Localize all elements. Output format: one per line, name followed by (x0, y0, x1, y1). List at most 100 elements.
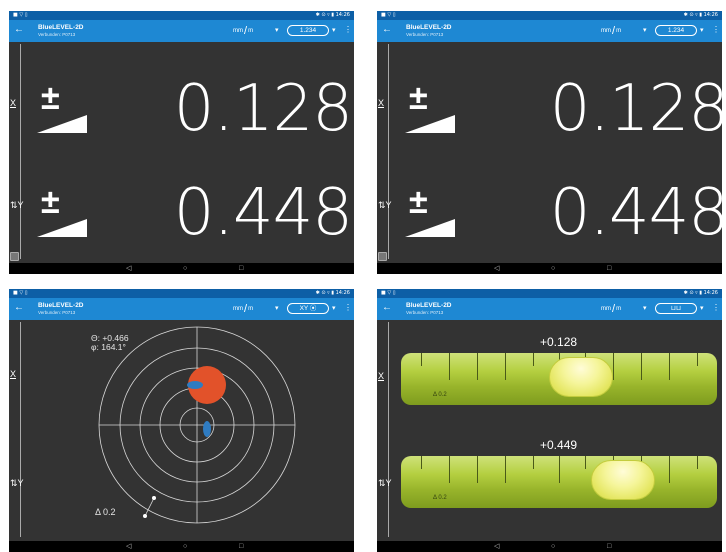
nav-home-icon[interactable]: ○ (551, 542, 555, 551)
mode-dropdown-icon[interactable]: ▾ (332, 26, 336, 34)
status-icons-right: ✱ ⊙ ▿ ▮ 14:26 (683, 290, 718, 296)
vial-tick (421, 456, 422, 469)
x-sign-glyph: ± (41, 79, 60, 117)
status-icons-left: ■ ▽ ▯ (381, 290, 396, 296)
numeric-screen-2: ■ ▽ ▯ ✱ ⊙ ▿ ▮ 14:26 ← BlueLEVEL-2D Verbu… (377, 11, 722, 274)
y-slope-icon (37, 219, 87, 237)
vial-tick (505, 456, 506, 483)
mode-dropdown-icon[interactable]: ▾ (700, 26, 704, 34)
delta-indicator-line (144, 497, 155, 517)
status-icons-left: ■ ▽ ▯ (13, 12, 28, 18)
unit-numerator: mm (233, 28, 243, 34)
nav-home-icon[interactable]: ○ (183, 542, 187, 551)
overflow-menu-icon[interactable]: ⋮ (712, 303, 720, 313)
polar-target (98, 326, 296, 524)
nav-recents-icon[interactable]: □ (607, 264, 611, 273)
vial-tick (697, 456, 698, 469)
status-bar: ■ ▽ ▯ ✱ ⊙ ▿ ▮ 14:26 (377, 11, 722, 20)
system-nav-bar: ◁ ○ □ (9, 541, 354, 552)
axis-divider (388, 44, 389, 259)
nav-recents-icon[interactable]: □ (239, 264, 243, 273)
y-value: 0.448 (549, 176, 722, 250)
status-icons-right: ✱ ⊙ ▿ ▮ 14:26 (683, 12, 718, 18)
y-value: 0.448 (173, 176, 353, 250)
vial-tick (669, 353, 670, 380)
app-title: BlueLEVEL-2D (38, 24, 84, 31)
back-arrow-icon[interactable]: ← (381, 302, 393, 314)
unit-slash: / (244, 25, 248, 37)
y-axis-label: ⇅Y (10, 200, 24, 210)
unit-dropdown-icon[interactable]: ▾ (275, 26, 279, 34)
unit-denominator: m (616, 28, 622, 34)
x-marker (187, 381, 203, 389)
unit-selector[interactable]: mm/m (601, 303, 621, 315)
vial-tick (533, 353, 534, 366)
unit-selector[interactable]: mm/m (601, 25, 621, 37)
overflow-menu-icon[interactable]: ⋮ (344, 25, 352, 35)
nav-recents-icon[interactable]: □ (239, 542, 243, 551)
vial-tick (613, 353, 614, 380)
app-bar: ← BlueLEVEL-2D Verbunden: P0713 mm/m ▾ 1… (377, 20, 722, 42)
app-title: BlueLEVEL-2D (406, 302, 452, 309)
nav-home-icon[interactable]: ○ (551, 264, 555, 273)
unit-dropdown-icon[interactable]: ▾ (643, 304, 647, 312)
nav-home-icon[interactable]: ○ (183, 264, 187, 273)
x-slope-icon (405, 115, 455, 133)
delta-point-bottom (143, 514, 147, 518)
calibrate-icon[interactable] (10, 252, 19, 261)
system-nav-bar: ◁ ○ □ (9, 263, 354, 274)
back-arrow-icon[interactable]: ← (13, 24, 25, 36)
mode-toggle[interactable]: 1.234 (287, 25, 329, 36)
y-sign-icon: ± (405, 185, 457, 237)
y-sign-icon: ± (37, 185, 89, 237)
nav-recents-icon[interactable]: □ (607, 542, 611, 551)
x-axis-label: X (10, 98, 17, 108)
connection-status: Verbunden: P0713 (38, 32, 76, 37)
y-bubble (591, 460, 655, 500)
x-axis-label: X (378, 98, 385, 108)
vial-tick (449, 353, 450, 380)
y-slope-icon (405, 219, 455, 237)
vial-tick (669, 456, 670, 483)
x-level-value: +0.128 (537, 334, 581, 350)
unit-dropdown-icon[interactable]: ▾ (643, 26, 647, 34)
mode-dropdown-icon[interactable]: ▾ (700, 304, 704, 312)
vial-tick (559, 456, 560, 483)
unit-slash: / (612, 303, 616, 315)
y-axis-label: ⇅Y (378, 478, 392, 488)
nav-back-icon[interactable]: ◁ (494, 542, 499, 551)
overflow-menu-icon[interactable]: ⋮ (712, 25, 720, 35)
delta-label: Δ 0.2 (95, 507, 116, 517)
x-value: 0.128 (549, 72, 722, 146)
app-bar: ← BlueLEVEL-2D Verbunden: P0713 mm/m ▾ 1… (9, 20, 354, 42)
nav-back-icon[interactable]: ◁ (494, 264, 499, 273)
numeric-screen-1: ■ ▽ ▯ ✱ ⊙ ▿ ▮ 14:26 ← BlueLEVEL-2D Verbu… (9, 11, 354, 274)
polar-readout: Θ: +0.466 φ: 164.1° (91, 334, 129, 352)
nav-back-icon[interactable]: ◁ (126, 264, 131, 273)
unit-denominator: m (616, 306, 622, 312)
vial-tick (477, 456, 478, 483)
unit-selector[interactable]: mm/m (233, 25, 253, 37)
back-arrow-icon[interactable]: ← (381, 24, 393, 36)
nav-back-icon[interactable]: ◁ (126, 542, 131, 551)
y-sign-glyph: ± (41, 183, 60, 221)
mode-toggle[interactable]: 1.234 (655, 25, 697, 36)
vial-tick (585, 456, 586, 469)
vial-tick (533, 456, 534, 469)
connection-status: Verbunden: P0713 (406, 310, 444, 315)
x-axis-label: X (378, 371, 385, 381)
y-axis-label: ⇅Y (378, 200, 392, 210)
unit-denominator: m (248, 28, 254, 34)
x-sign-icon: ± (405, 81, 457, 133)
x-sign-glyph: ± (409, 79, 428, 117)
calibrate-icon[interactable] (378, 252, 387, 261)
app-bar: ← BlueLEVEL-2D Verbunden: P0713 mm/m ▾ ⊔… (377, 298, 722, 320)
vial-tick (477, 353, 478, 380)
y-sign-glyph: ± (409, 183, 428, 221)
status-bar: ■ ▽ ▯ ✱ ⊙ ▿ ▮ 14:26 (9, 11, 354, 20)
vial-tick (697, 353, 698, 366)
axis-divider (388, 322, 389, 537)
unit-slash: / (612, 25, 616, 37)
vial-tick (449, 456, 450, 483)
mode-toggle[interactable]: ⊔⊔ (655, 303, 697, 314)
